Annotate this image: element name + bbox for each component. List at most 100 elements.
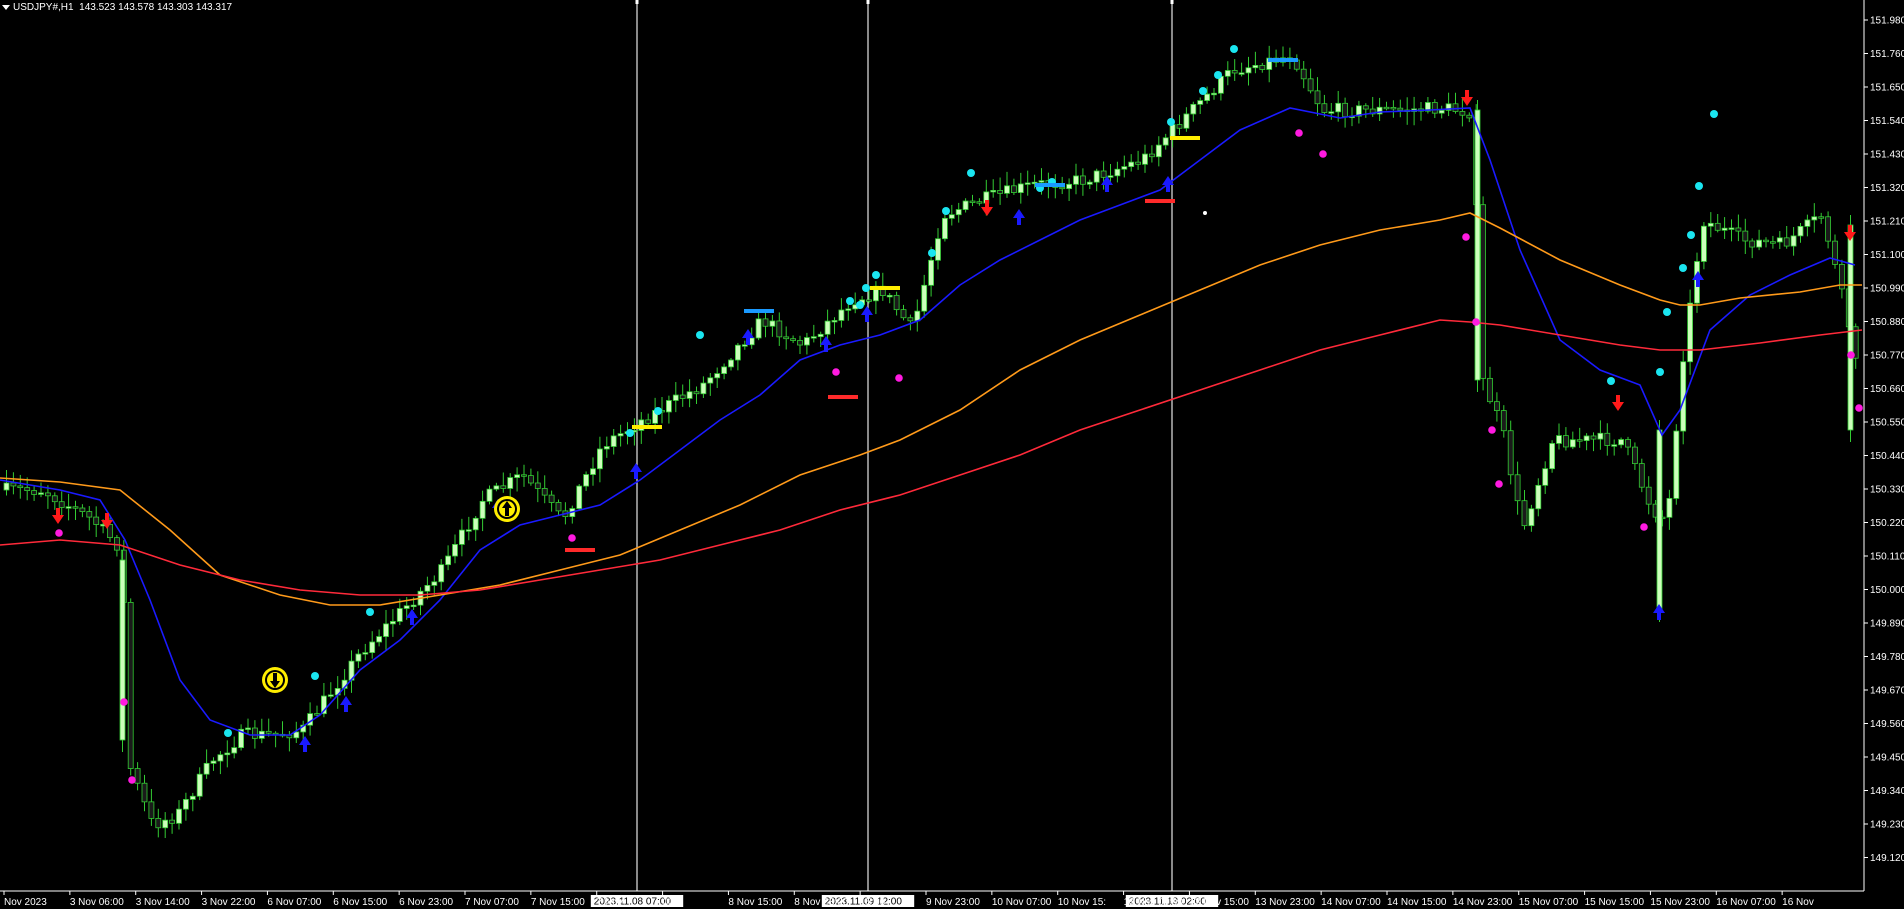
arrow-up-shape [299, 736, 311, 752]
chart-window[interactable]: 2023.11.08 07:00 2023.11.09 12:00 2023.11.… [0, 0, 1904, 909]
yellow-level-bar [632, 425, 662, 429]
candle-body [507, 477, 514, 489]
vertical-line-handle [866, 0, 870, 4]
price-label: 150.110 [1870, 552, 1904, 563]
candle-body [997, 190, 1003, 194]
candle-body [1197, 100, 1204, 105]
cyan-signal-dot [696, 331, 704, 339]
candle-body [155, 818, 162, 829]
candle-body [1252, 64, 1259, 69]
arrow-up-icon [820, 336, 832, 352]
arrow-up-shape [340, 696, 352, 712]
candle-body [866, 299, 872, 302]
candle-body [1576, 439, 1583, 442]
axes: 151.980 151.760 151.650 151.540 151.430 151.3… [0, 0, 1904, 908]
yellow-level-bar [870, 286, 900, 290]
candle-body [1155, 144, 1162, 158]
candle-body [1300, 68, 1307, 80]
cyan-signal-dot [1663, 308, 1671, 316]
candle-body [1259, 64, 1266, 70]
candle-body [1776, 237, 1783, 243]
candle-body [141, 782, 148, 803]
time-label: 15 Nov 15:00 [1585, 897, 1645, 908]
candle-body [224, 752, 231, 756]
candle-body [1142, 153, 1148, 165]
magenta-signal-dot [120, 698, 128, 706]
time-label: 15 Nov 07:00 [1519, 897, 1579, 908]
price-label: 149.670 [1870, 686, 1904, 697]
candle-body [327, 694, 334, 697]
arrow-up-icon [1013, 209, 1025, 225]
candle-body [714, 373, 721, 379]
candle-body [431, 581, 438, 586]
yellow-level-bar [1170, 136, 1200, 140]
candle-body [1080, 175, 1086, 185]
candle-body [1597, 432, 1604, 440]
candle-body [1632, 446, 1638, 465]
candle-body [1431, 102, 1438, 114]
candle-body [1797, 225, 1804, 237]
candle-body [1086, 181, 1093, 185]
blue-level-bar [1035, 183, 1065, 187]
candle-body [1756, 239, 1762, 248]
arrow-up-shape [406, 609, 418, 625]
candle-body [79, 507, 86, 512]
candle-body [1666, 498, 1673, 518]
candle-body [1790, 235, 1797, 247]
candle-body [728, 359, 734, 368]
time-label: 00 [663, 897, 675, 908]
collapse-triangle-icon[interactable] [2, 4, 10, 10]
candle-body [3, 482, 10, 491]
candle-body [1011, 185, 1017, 193]
candle-body [1162, 137, 1169, 146]
candles [3, 45, 1859, 839]
candle-body [942, 217, 948, 240]
cyan-signal-dot [1656, 368, 1664, 376]
candle-body [176, 808, 182, 824]
candle-body [790, 338, 796, 341]
time-label: 6 Nov 23:00 [399, 897, 453, 908]
candle-body [1528, 508, 1535, 527]
cyan-signal-dot [856, 301, 864, 309]
price-chart[interactable]: 2023.11.08 07:00 2023.11.09 12:00 2023.11.… [0, 0, 1904, 909]
time-label: 16 Nov [1782, 897, 1814, 908]
cyan-signal-dot [1687, 231, 1695, 239]
candle-body [1618, 439, 1624, 446]
candle-body [521, 474, 527, 477]
candle-body [189, 795, 196, 800]
cyan-signal-dot [967, 169, 975, 177]
candle-body [597, 448, 603, 470]
time-label: 6 Nov 15:00 [333, 897, 387, 908]
candle-body [1328, 111, 1335, 114]
candle-body [541, 488, 548, 496]
candle-body [17, 485, 24, 489]
candle-body [1847, 224, 1854, 431]
candle-body [686, 391, 693, 399]
candle-body [921, 284, 928, 312]
magenta-signal-dot [895, 374, 903, 382]
candle-body [1169, 124, 1176, 139]
candle-body [1038, 180, 1045, 183]
candle-body [990, 190, 997, 193]
magenta-signal-dot [832, 368, 840, 376]
candle-body [410, 604, 417, 608]
candle-body [817, 333, 824, 338]
candle-body [265, 730, 272, 734]
red-level-bar [565, 548, 595, 552]
magenta-signal-dot [128, 776, 136, 784]
candle-body [1563, 435, 1569, 448]
cyan-signal-dot [1199, 87, 1207, 95]
candle-body [1121, 166, 1128, 170]
candle-body [500, 485, 507, 489]
price-label: 150.330 [1870, 485, 1904, 496]
price-label: 149.560 [1870, 719, 1904, 730]
candle-body [1218, 75, 1224, 94]
candle-body [1438, 109, 1445, 114]
candle-body [1770, 241, 1776, 244]
magenta-signal-dot [1488, 426, 1496, 434]
candle-body [1459, 111, 1466, 116]
candle-body [1183, 113, 1190, 129]
candle-body [182, 799, 189, 810]
price-label: 150.220 [1870, 518, 1904, 529]
candle-body [1066, 183, 1072, 190]
